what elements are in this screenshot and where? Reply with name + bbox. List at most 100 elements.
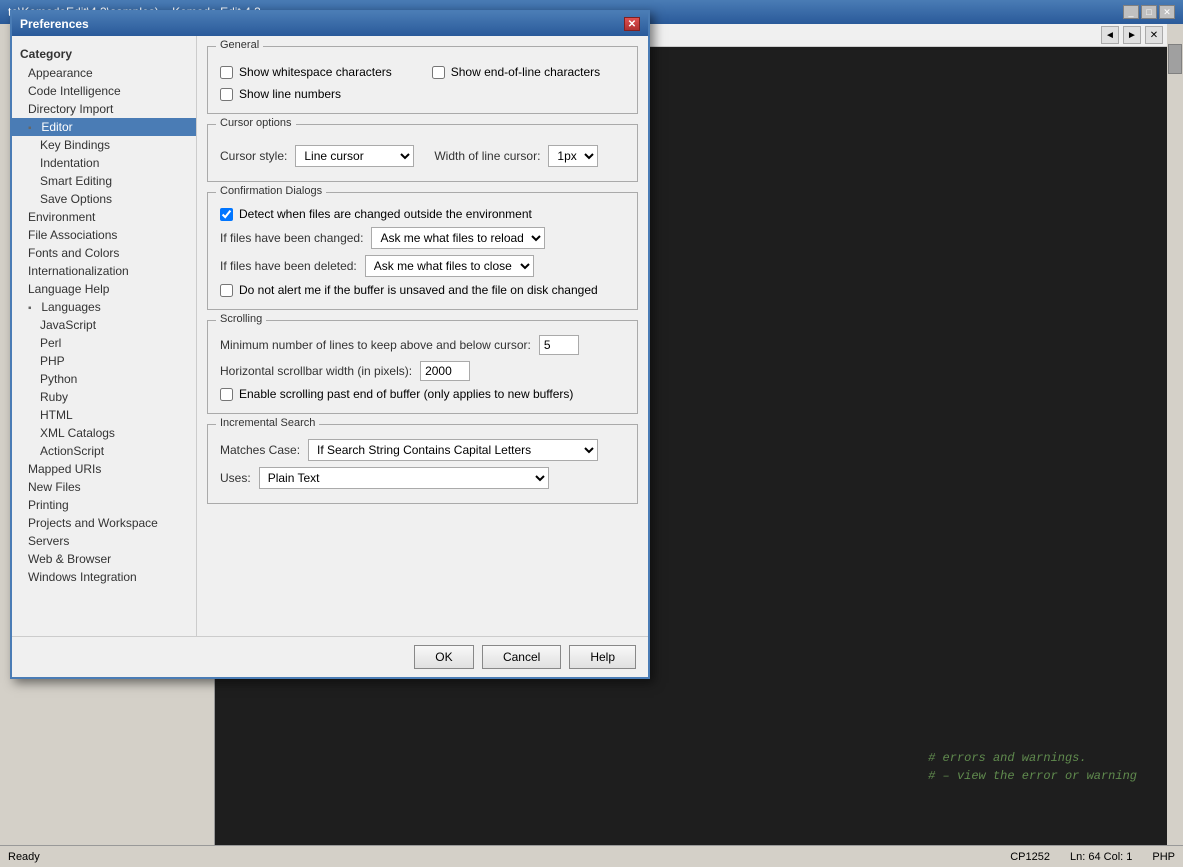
dialog-close-button[interactable]: ✕ bbox=[624, 17, 640, 31]
sidebar-item-web-browser[interactable]: Web & Browser bbox=[12, 550, 196, 568]
min-lines-input[interactable] bbox=[539, 335, 579, 355]
matches-case-row: Matches Case: If Search String Contains … bbox=[220, 439, 625, 461]
if-deleted-select[interactable]: Ask me what files to close Close automat… bbox=[365, 255, 534, 277]
general-section-label: General bbox=[216, 39, 263, 51]
sidebar-item-languages[interactable]: ▪ Languages bbox=[12, 298, 196, 316]
cursor-section: Cursor options Cursor style: Line cursor… bbox=[207, 124, 638, 182]
sidebar-item-windows-integration[interactable]: Windows Integration bbox=[12, 568, 196, 586]
sidebar-item-actionscript[interactable]: ActionScript bbox=[12, 442, 196, 460]
no-alert-checkbox[interactable] bbox=[220, 284, 233, 297]
horiz-scroll-row: Horizontal scrollbar width (in pixels): bbox=[220, 361, 625, 381]
if-changed-select[interactable]: Ask me what files to reload Reload autom… bbox=[371, 227, 545, 249]
matches-case-select[interactable]: If Search String Contains Capital Letter… bbox=[308, 439, 598, 461]
matches-case-label: Matches Case: bbox=[220, 443, 300, 457]
sidebar-item-html[interactable]: HTML bbox=[12, 406, 196, 424]
uses-row: Uses: Plain Text Regular Expressions bbox=[220, 467, 625, 489]
uses-select[interactable]: Plain Text Regular Expressions bbox=[259, 467, 549, 489]
cursor-style-select[interactable]: Line cursor Block cursor Underline curso… bbox=[295, 145, 414, 167]
dialog-title: Preferences bbox=[20, 17, 89, 31]
incremental-search-content: Matches Case: If Search String Contains … bbox=[220, 439, 625, 489]
uses-label: Uses: bbox=[220, 471, 251, 485]
sidebar-item-save-options[interactable]: Save Options bbox=[12, 190, 196, 208]
sidebar-item-xml-catalogs[interactable]: XML Catalogs bbox=[12, 424, 196, 442]
detect-changed-label: Detect when files are changed outside th… bbox=[239, 207, 532, 221]
incremental-search-label: Incremental Search bbox=[216, 417, 319, 429]
if-changed-label: If files have been changed: bbox=[220, 231, 363, 245]
cancel-button[interactable]: Cancel bbox=[482, 645, 561, 669]
show-whitespace-row: Show whitespace characters bbox=[220, 65, 392, 79]
if-deleted-row: If files have been deleted: Ask me what … bbox=[220, 255, 625, 277]
confirmation-section: Confirmation Dialogs Detect when files a… bbox=[207, 192, 638, 310]
sidebar-item-file-associations[interactable]: File Associations bbox=[12, 226, 196, 244]
sidebar-item-language-help[interactable]: Language Help bbox=[12, 280, 196, 298]
min-lines-label: Minimum number of lines to keep above an… bbox=[220, 338, 531, 352]
cursor-style-label: Cursor style: bbox=[220, 149, 287, 163]
dialog-footer: OK Cancel Help bbox=[12, 636, 648, 677]
sidebar-item-mapped-uris[interactable]: Mapped URIs bbox=[12, 460, 196, 478]
dialog-body: Category Appearance Code Intelligence Di… bbox=[12, 36, 648, 636]
general-section: General Show whitespace characters Show … bbox=[207, 46, 638, 114]
show-whitespace-label: Show whitespace characters bbox=[239, 65, 392, 79]
if-changed-row: If files have been changed: Ask me what … bbox=[220, 227, 625, 249]
preferences-content: General Show whitespace characters Show … bbox=[197, 36, 648, 636]
sidebar-item-perl[interactable]: Perl bbox=[12, 334, 196, 352]
sidebar-item-editor[interactable]: ▪ Editor bbox=[12, 118, 196, 136]
show-whitespace-checkbox[interactable] bbox=[220, 66, 233, 79]
scroll-past-checkbox[interactable] bbox=[220, 388, 233, 401]
scroll-past-row: Enable scrolling past end of buffer (onl… bbox=[220, 387, 625, 401]
general-section-content: Show whitespace characters Show end-of-l… bbox=[220, 61, 625, 101]
sidebar-item-smart-editing[interactable]: Smart Editing bbox=[12, 172, 196, 190]
no-alert-row: Do not alert me if the buffer is unsaved… bbox=[220, 283, 625, 297]
dialog-titlebar: Preferences ✕ bbox=[12, 12, 648, 36]
scroll-past-label: Enable scrolling past end of buffer (onl… bbox=[239, 387, 573, 401]
cursor-section-label: Cursor options bbox=[216, 117, 296, 129]
show-line-numbers-row: Show line numbers bbox=[220, 87, 625, 101]
cursor-width-row: Width of line cursor: 1px 2px 3px bbox=[434, 145, 598, 167]
min-lines-row: Minimum number of lines to keep above an… bbox=[220, 335, 625, 355]
show-eol-row: Show end-of-line characters bbox=[432, 65, 600, 79]
show-line-numbers-checkbox[interactable] bbox=[220, 88, 233, 101]
scrolling-section-label: Scrolling bbox=[216, 313, 266, 325]
confirmation-section-label: Confirmation Dialogs bbox=[216, 185, 326, 197]
sidebar-item-appearance[interactable]: Appearance bbox=[12, 64, 196, 82]
sidebar-item-printing[interactable]: Printing bbox=[12, 496, 196, 514]
confirmation-section-content: Detect when files are changed outside th… bbox=[220, 207, 625, 297]
detect-changed-row: Detect when files are changed outside th… bbox=[220, 207, 625, 221]
ok-button[interactable]: OK bbox=[414, 645, 474, 669]
scrolling-section-content: Minimum number of lines to keep above an… bbox=[220, 335, 625, 401]
show-eol-label: Show end-of-line characters bbox=[451, 65, 600, 79]
cursor-width-select[interactable]: 1px 2px 3px bbox=[548, 145, 598, 167]
sidebar-item-projects-workspace[interactable]: Projects and Workspace bbox=[12, 514, 196, 532]
sidebar-item-directory-import[interactable]: Directory Import bbox=[12, 100, 196, 118]
sidebar-item-fonts-colors[interactable]: Fonts and Colors bbox=[12, 244, 196, 262]
sidebar-item-code-intelligence[interactable]: Code Intelligence bbox=[12, 82, 196, 100]
cursor-options-row: Cursor style: Line cursor Block cursor U… bbox=[220, 139, 625, 173]
sidebar-item-indentation[interactable]: Indentation bbox=[12, 154, 196, 172]
if-deleted-label: If files have been deleted: bbox=[220, 259, 357, 273]
sidebar-category-label: Category bbox=[12, 44, 196, 64]
sidebar-item-key-bindings[interactable]: Key Bindings bbox=[12, 136, 196, 154]
show-eol-checkbox[interactable] bbox=[432, 66, 445, 79]
no-alert-label: Do not alert me if the buffer is unsaved… bbox=[239, 283, 598, 297]
sidebar-item-javascript[interactable]: JavaScript bbox=[12, 316, 196, 334]
dialog-overlay: Preferences ✕ Category Appearance Code I… bbox=[0, 0, 1183, 867]
general-row1: Show whitespace characters Show end-of-l… bbox=[220, 61, 625, 83]
preferences-sidebar: Category Appearance Code Intelligence Di… bbox=[12, 36, 197, 636]
show-line-numbers-label: Show line numbers bbox=[239, 87, 341, 101]
sidebar-item-python[interactable]: Python bbox=[12, 370, 196, 388]
sidebar-item-ruby[interactable]: Ruby bbox=[12, 388, 196, 406]
cursor-section-content: Cursor style: Line cursor Block cursor U… bbox=[220, 139, 625, 173]
preferences-dialog: Preferences ✕ Category Appearance Code I… bbox=[10, 10, 650, 679]
help-button[interactable]: Help bbox=[569, 645, 636, 669]
sidebar-item-internationalization[interactable]: Internationalization bbox=[12, 262, 196, 280]
horiz-scroll-label: Horizontal scrollbar width (in pixels): bbox=[220, 364, 412, 378]
detect-changed-checkbox[interactable] bbox=[220, 208, 233, 221]
incremental-search-section: Incremental Search Matches Case: If Sear… bbox=[207, 424, 638, 504]
sidebar-item-environment[interactable]: Environment bbox=[12, 208, 196, 226]
sidebar-item-servers[interactable]: Servers bbox=[12, 532, 196, 550]
horiz-scroll-input[interactable] bbox=[420, 361, 470, 381]
cursor-style-row: Cursor style: Line cursor Block cursor U… bbox=[220, 145, 414, 167]
sidebar-item-php[interactable]: PHP bbox=[12, 352, 196, 370]
cursor-width-label: Width of line cursor: bbox=[434, 149, 540, 163]
sidebar-item-new-files[interactable]: New Files bbox=[12, 478, 196, 496]
